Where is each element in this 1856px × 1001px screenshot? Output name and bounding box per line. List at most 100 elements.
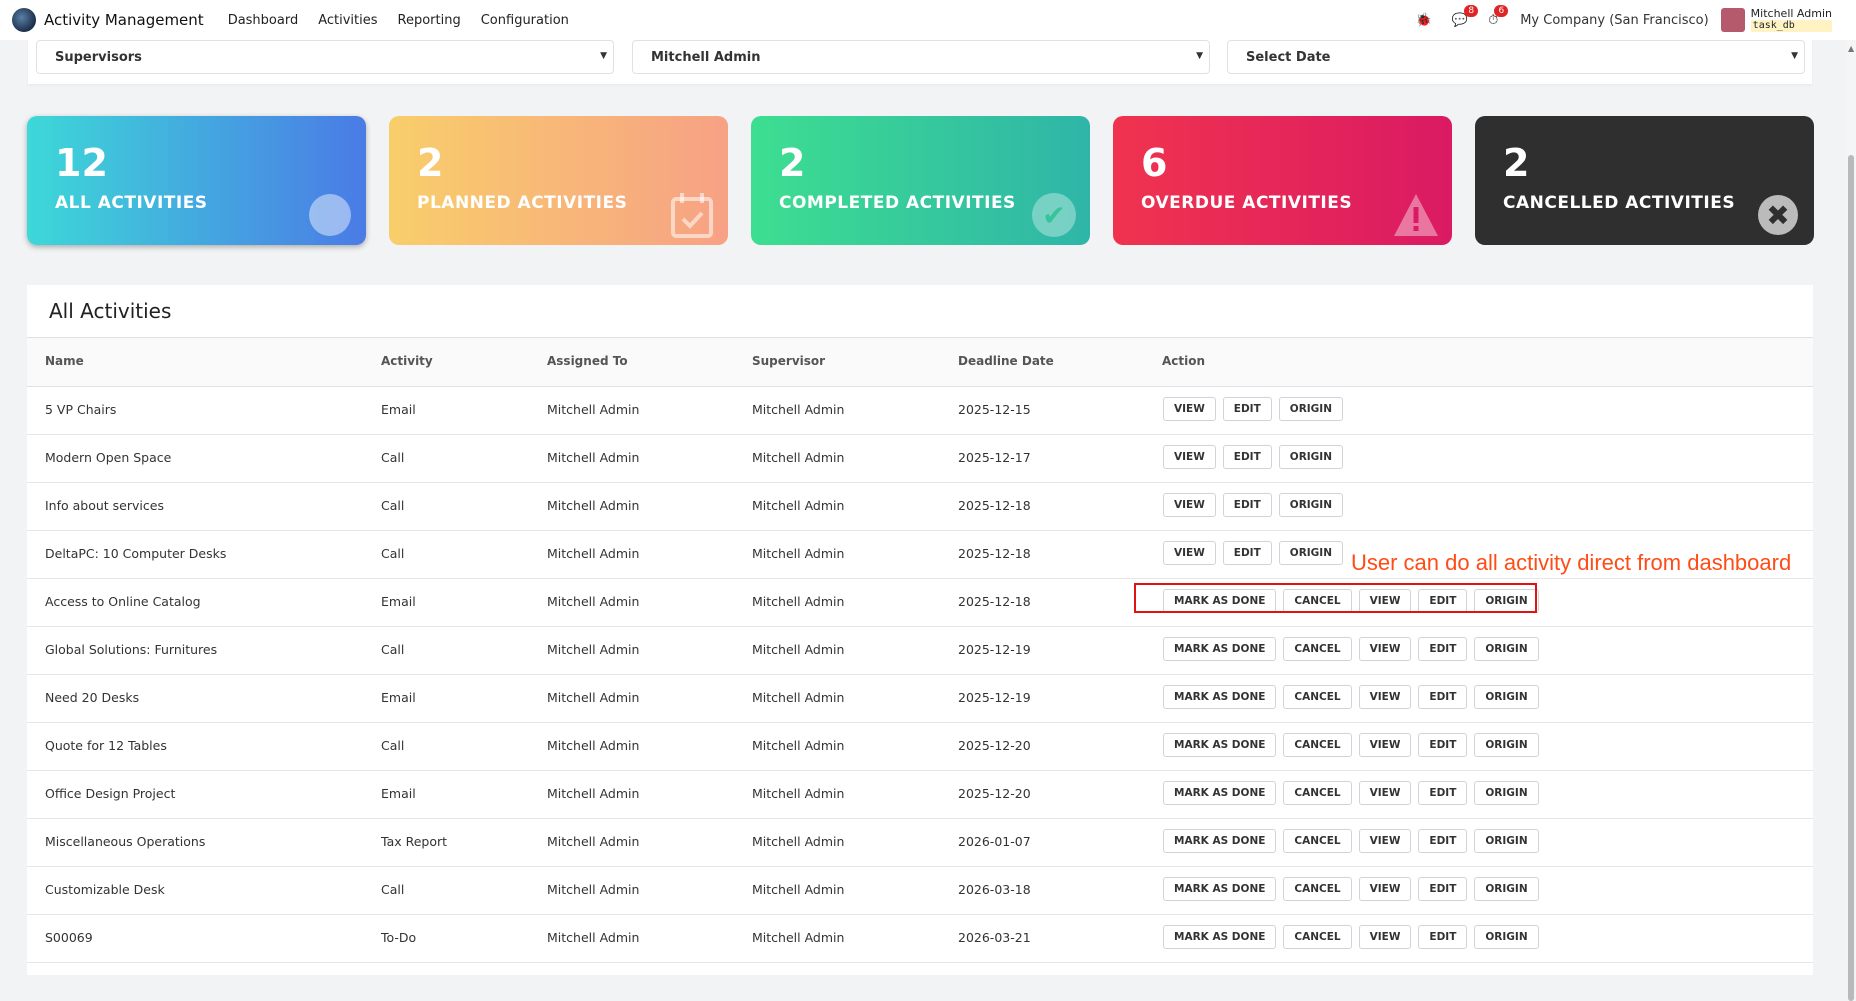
card-count: 2 [1503, 141, 1530, 185]
menu-activities[interactable]: Activities [318, 13, 377, 28]
mark-as-done-button[interactable]: MARK AS DONE [1163, 733, 1277, 757]
edit-button[interactable]: EDIT [1418, 781, 1468, 805]
card-count: 6 [1141, 141, 1168, 185]
edit-button[interactable]: EDIT [1222, 493, 1272, 517]
edit-button[interactable]: EDIT [1418, 733, 1468, 757]
app-logo-icon[interactable] [12, 8, 36, 32]
edit-button[interactable]: EDIT [1418, 829, 1468, 853]
menu-reporting[interactable]: Reporting [398, 13, 461, 28]
app-title[interactable]: Activity Management [44, 11, 204, 29]
annotation-highlight-box [1134, 583, 1537, 613]
supervisor-select[interactable]: Supervisors ▼ [36, 40, 614, 74]
origin-button[interactable]: ORIGIN [1474, 925, 1539, 949]
cell-activity: Email [381, 690, 416, 705]
origin-button[interactable]: ORIGIN [1278, 445, 1343, 469]
mark-as-done-button[interactable]: MARK AS DONE [1163, 637, 1277, 661]
cell-activity: Tax Report [381, 834, 448, 849]
origin-button[interactable]: ORIGIN [1474, 781, 1539, 805]
view-button[interactable]: VIEW [1163, 397, 1216, 421]
annotation-text: User can do all activity direct from das… [1351, 550, 1792, 575]
mark-as-done-button[interactable]: MARK AS DONE [1163, 781, 1277, 805]
table-row: Global Solutions: Furnitures Call Mitchell… [27, 626, 1813, 675]
cell-assigned: Mitchell Admin [547, 546, 640, 561]
view-button[interactable]: VIEW [1358, 781, 1412, 805]
edit-button[interactable]: EDIT [1222, 397, 1272, 421]
scrollbar-thumb[interactable] [1848, 155, 1854, 1001]
card-cancelled-activities[interactable]: 2 CANCELLED ACTIVITIES ✖ [1475, 116, 1814, 245]
table-row: Customizable Desk Call Mitchell Admin Mitch… [27, 866, 1813, 915]
cell-supervisor: Mitchell Admin [752, 786, 845, 801]
view-button[interactable]: VIEW [1358, 685, 1412, 709]
card-label: PLANNED ACTIVITIES [417, 193, 628, 213]
card-completed-activities[interactable]: 2 COMPLETED ACTIVITIES ✔ [751, 116, 1090, 245]
edit-button[interactable]: EDIT [1418, 877, 1468, 901]
origin-button[interactable]: ORIGIN [1474, 733, 1539, 757]
origin-button[interactable]: ORIGIN [1474, 877, 1539, 901]
cell-assigned: Mitchell Admin [547, 594, 640, 609]
mark-as-done-button[interactable]: MARK AS DONE [1163, 829, 1277, 853]
cell-name: 5 VP Chairs [45, 402, 117, 417]
view-button[interactable]: VIEW [1163, 541, 1216, 565]
view-button[interactable]: VIEW [1358, 925, 1412, 949]
cell-deadline: 2025-12-15 [958, 402, 1031, 417]
edit-button[interactable]: EDIT [1418, 637, 1468, 661]
cell-activity: Call [381, 450, 405, 465]
systray: 🐞 💬 8 ⏱ 6 My Company (San Francisco) Mitch… [1406, 0, 1856, 40]
origin-button[interactable]: ORIGIN [1278, 541, 1343, 565]
mark-as-done-button[interactable]: MARK AS DONE [1163, 925, 1277, 949]
column-action: Action [1162, 354, 1206, 368]
origin-button[interactable]: ORIGIN [1278, 397, 1343, 421]
cancel-button[interactable]: CANCEL [1283, 733, 1352, 757]
cancel-button[interactable]: CANCEL [1283, 925, 1352, 949]
menu-dashboard[interactable]: Dashboard [228, 13, 299, 28]
edit-button[interactable]: EDIT [1222, 541, 1272, 565]
mark-as-done-button[interactable]: MARK AS DONE [1163, 685, 1277, 709]
view-button[interactable]: VIEW [1358, 637, 1412, 661]
user-avatar[interactable] [1720, 8, 1745, 32]
row-actions: MARK AS DONE CANCEL VIEW EDIT ORIGIN [1163, 877, 1539, 901]
table-header: Name Activity Assigned To Supervisor Dea… [27, 337, 1813, 387]
origin-button[interactable]: ORIGIN [1474, 685, 1539, 709]
cancel-button[interactable]: CANCEL [1283, 685, 1352, 709]
cancel-button[interactable]: CANCEL [1283, 637, 1352, 661]
origin-button[interactable]: ORIGIN [1474, 637, 1539, 661]
view-button[interactable]: VIEW [1163, 493, 1216, 517]
origin-button[interactable]: ORIGIN [1278, 493, 1343, 517]
date-select[interactable]: Select Date ▼ [1227, 40, 1805, 74]
cell-name: Modern Open Space [45, 450, 172, 465]
user-select[interactable]: Mitchell Admin ▼ [632, 40, 1210, 74]
debug-bug-icon[interactable]: 🐞 [1416, 13, 1432, 28]
cell-name: Quote for 12 Tables [45, 738, 167, 753]
mark-as-done-button[interactable]: MARK AS DONE [1163, 877, 1277, 901]
row-actions: MARK AS DONE CANCEL VIEW EDIT ORIGIN [1163, 733, 1539, 757]
table-row: Office Design Project Email Mitchell Admin… [27, 770, 1813, 819]
scroll-up-icon[interactable]: ▲ [1848, 44, 1854, 53]
origin-button[interactable]: ORIGIN [1474, 829, 1539, 853]
cell-activity: Email [381, 402, 416, 417]
view-button[interactable]: VIEW [1163, 445, 1216, 469]
user-menu[interactable]: Mitchell Admin task_db [1750, 8, 1832, 32]
cell-supervisor: Mitchell Admin [752, 738, 845, 753]
chat-icon[interactable]: 💬 8 [1452, 4, 1479, 28]
cell-supervisor: Mitchell Admin [752, 402, 845, 417]
cancel-button[interactable]: CANCEL [1283, 877, 1352, 901]
card-overdue-activities[interactable]: 6 OVERDUE ACTIVITIES [1113, 116, 1452, 245]
view-button[interactable]: VIEW [1358, 877, 1412, 901]
card-planned-activities[interactable]: 2 PLANNED ACTIVITIES [389, 116, 728, 245]
check-circle-icon: ✔ [1030, 191, 1078, 239]
activity-clock-icon[interactable]: ⏱ 6 [1488, 4, 1509, 28]
edit-button[interactable]: EDIT [1418, 685, 1468, 709]
view-button[interactable]: VIEW [1358, 829, 1412, 853]
edit-button[interactable]: EDIT [1418, 925, 1468, 949]
card-all-activities[interactable]: 12 ALL ACTIVITIES [27, 116, 366, 245]
company-switcher[interactable]: My Company (San Francisco) [1520, 13, 1708, 28]
cancel-button[interactable]: CANCEL [1283, 829, 1352, 853]
cancel-button[interactable]: CANCEL [1283, 781, 1352, 805]
menu-configuration[interactable]: Configuration [481, 13, 569, 28]
table-title: All Activities [49, 299, 172, 323]
page-scrollbar[interactable]: ▲ [1846, 40, 1856, 1001]
cell-deadline: 2026-01-07 [958, 834, 1031, 849]
row-actions: MARK AS DONE CANCEL VIEW EDIT ORIGIN [1163, 685, 1539, 709]
edit-button[interactable]: EDIT [1222, 445, 1272, 469]
view-button[interactable]: VIEW [1358, 733, 1412, 757]
